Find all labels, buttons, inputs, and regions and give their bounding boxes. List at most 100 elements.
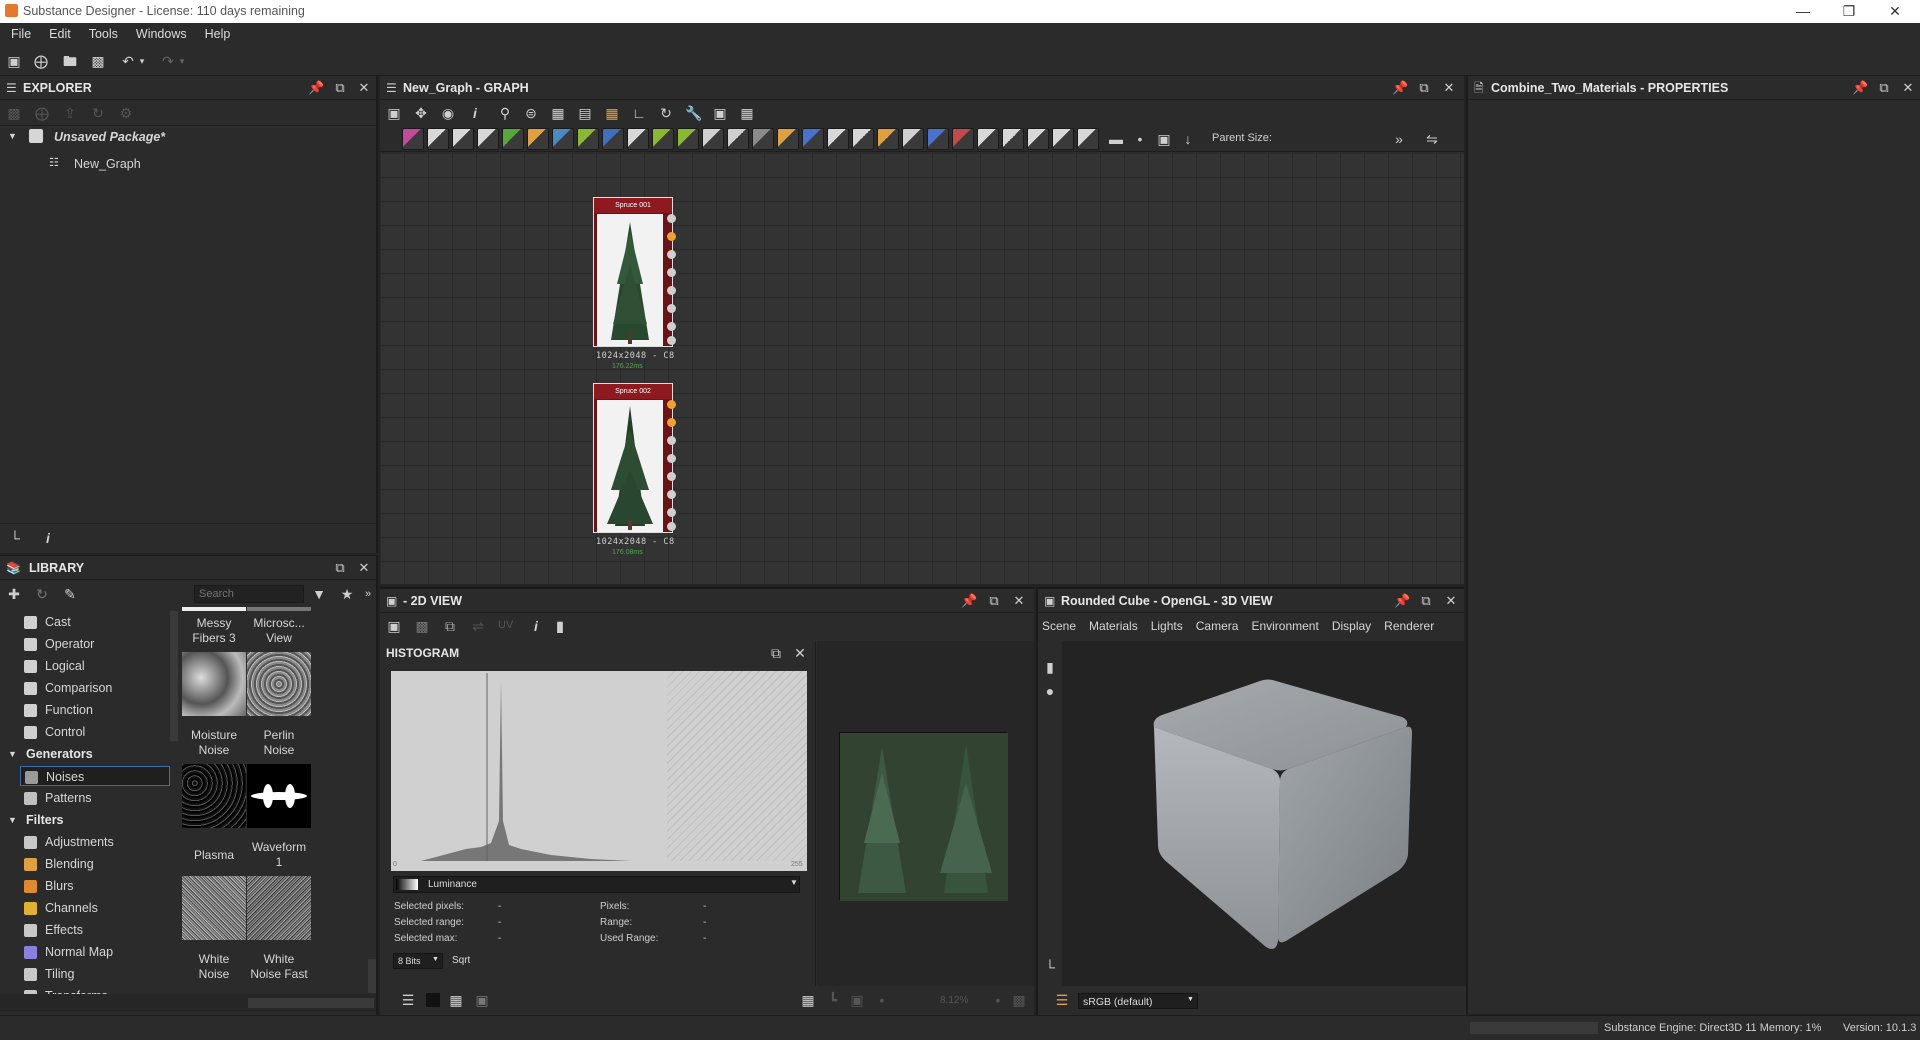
atomic-node-button[interactable] [977, 128, 999, 150]
fit-icon[interactable]: ✥ [413, 105, 429, 121]
copy-icon[interactable]: ⧉ [442, 618, 458, 634]
atomic-node-button[interactable] [602, 128, 624, 150]
align-icon[interactable]: ⊜ [523, 105, 539, 121]
library-category-blending[interactable]: Blending [0, 854, 172, 874]
thumb-perlin-noise[interactable] [247, 652, 311, 716]
pin-icon[interactable]: 📌 [1852, 80, 1868, 96]
close-icon[interactable]: ✕ [1900, 80, 1916, 96]
hierarchy-icon[interactable]: └ [7, 530, 23, 546]
open-folder-icon[interactable]: 🖿 [62, 53, 78, 69]
thumb-messy-fibers[interactable] [182, 607, 246, 611]
output-port[interactable] [667, 522, 676, 531]
pin-icon[interactable]: 📌 [308, 80, 324, 96]
reload-icon[interactable]: ↻ [90, 105, 106, 121]
publish-icon[interactable]: ⨁ [34, 105, 50, 121]
output-port[interactable] [667, 436, 676, 445]
pixel-icon[interactable]: ┗ [825, 992, 841, 1008]
histogram-toggle-icon[interactable]: ▮ [552, 618, 568, 634]
connect-icon[interactable]: ▦ [550, 105, 566, 121]
atomic-node-button[interactable] [627, 128, 649, 150]
atomic-node-button[interactable] [477, 128, 499, 150]
library-category-filters[interactable]: ▼ Filters [0, 810, 172, 830]
close-icon[interactable]: ✕ [356, 560, 372, 576]
tab-display[interactable]: Display [1332, 619, 1371, 633]
close-icon[interactable]: ✕ [792, 645, 808, 661]
layers-icon[interactable]: ☰ [400, 992, 416, 1008]
new-package-icon[interactable]: ▣ [6, 53, 22, 69]
mask-icon[interactable]: ▣ [474, 992, 490, 1008]
tab-scene[interactable]: Scene [1042, 619, 1076, 633]
refresh-icon[interactable]: ↻ [658, 105, 674, 121]
channel-select[interactable]: Luminance ▼ [393, 876, 800, 893]
menu-file[interactable]: File [2, 23, 40, 46]
bitmap-node-spruce-001[interactable]: Spruce 001 [593, 197, 676, 347]
info-icon[interactable]: i [40, 530, 56, 546]
library-category-adjustments[interactable]: Adjustments [0, 832, 172, 852]
edit-icon[interactable]: ✎ [62, 586, 78, 602]
histogram-graph[interactable]: 0 255 [391, 671, 807, 871]
float-icon[interactable]: ⧉ [1418, 593, 1434, 609]
expand-toolbar-icon[interactable]: » [1391, 131, 1407, 147]
info-icon[interactable]: i [467, 105, 483, 121]
refresh-icon[interactable]: ↻ [34, 586, 50, 602]
atomic-node-button[interactable] [702, 128, 724, 150]
undo-dropdown-icon[interactable]: ▾ [134, 53, 150, 69]
output-port[interactable] [667, 508, 676, 517]
library-category-tiling[interactable]: Tiling [0, 964, 172, 984]
tab-materials[interactable]: Materials [1089, 619, 1138, 633]
atomic-node-button[interactable] [1027, 128, 1049, 150]
library-category-generators[interactable]: ▼ Generators [0, 744, 172, 764]
tab-renderer[interactable]: Renderer [1384, 619, 1434, 633]
float-icon[interactable]: ⧉ [986, 593, 1002, 609]
output-port[interactable] [667, 214, 676, 223]
view2d-canvas[interactable] [817, 641, 1034, 986]
atomic-node-button[interactable] [652, 128, 674, 150]
pin-node-icon[interactable]: • [1132, 131, 1148, 147]
library-search-input[interactable] [194, 585, 304, 603]
graph-canvas[interactable]: Spruce 001 1024x2048 - C8 176.22ms Spruc… [380, 153, 1464, 584]
float-icon[interactable]: ⧉ [768, 645, 784, 661]
pin-icon[interactable]: ↓ [1180, 131, 1196, 147]
atomic-node-button[interactable] [727, 128, 749, 150]
thumbs-scrollbar[interactable] [368, 959, 376, 993]
package-name[interactable]: Unsaved Package* [54, 130, 165, 144]
output-port[interactable] [667, 286, 676, 295]
pin-icon[interactable]: 📌 [961, 593, 977, 609]
library-category-channels[interactable]: Channels [0, 898, 172, 918]
atomic-node-button[interactable] [1077, 128, 1099, 150]
sqrt-toggle[interactable]: Sqrt [452, 955, 470, 966]
float-icon[interactable]: ⧉ [332, 80, 348, 96]
output-port[interactable] [667, 454, 676, 463]
thumb-plasma[interactable] [182, 764, 246, 828]
save-icon[interactable]: ▩ [414, 618, 430, 634]
tab-environment[interactable]: Environment [1251, 619, 1318, 633]
atomic-node-button[interactable] [427, 128, 449, 150]
search-icon[interactable]: ⚲ [497, 105, 513, 121]
save-icon[interactable]: ▩ [90, 53, 106, 69]
output-port[interactable] [667, 268, 676, 277]
atomic-node-button[interactable] [577, 128, 599, 150]
save-package-icon[interactable]: ▩ [6, 105, 22, 121]
tab-camera[interactable]: Camera [1196, 619, 1239, 633]
library-category-effects[interactable]: Effects [0, 920, 172, 940]
grid-icon[interactable]: ▦ [800, 992, 816, 1008]
library-category-patterns[interactable]: Patterns [0, 788, 172, 808]
frame-all-icon[interactable]: ▣ [386, 105, 402, 121]
export-image-icon[interactable]: ▣ [386, 618, 402, 634]
tiling-icon[interactable]: ▦ [448, 992, 464, 1008]
more-icon[interactable]: » [360, 586, 376, 602]
atomic-node-button[interactable] [527, 128, 549, 150]
video-camera-icon[interactable]: ▮ [1042, 659, 1058, 675]
thumb-waveform[interactable] [247, 764, 311, 828]
layout-icon[interactable]: ▤ [577, 105, 593, 121]
thumb-white-noise[interactable] [182, 876, 246, 940]
output-port[interactable] [667, 490, 676, 499]
export-icon[interactable]: ⇪ [62, 105, 78, 121]
float-icon[interactable]: ⧉ [1416, 80, 1432, 96]
float-icon[interactable]: ⧉ [1876, 80, 1892, 96]
menu-windows[interactable]: Windows [127, 23, 196, 46]
atomic-node-button[interactable] [752, 128, 774, 150]
layers-icon[interactable]: ☰ [1054, 992, 1070, 1008]
menu-tools[interactable]: Tools [80, 23, 127, 46]
tab-lights[interactable]: Lights [1151, 619, 1183, 633]
